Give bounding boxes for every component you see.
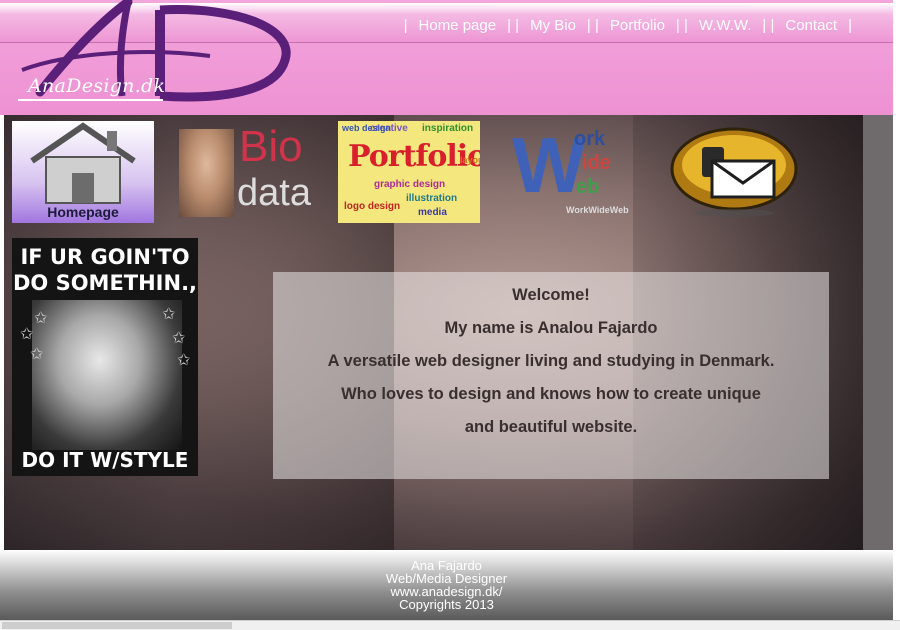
house-icon [30, 122, 136, 204]
www-word-ide: ide [582, 152, 611, 174]
nav-portfolio[interactable]: Portfolio [610, 17, 665, 34]
welcome-line: My name is Analou Fajardo [444, 319, 658, 337]
welcome-line: and beautiful website. [464, 418, 638, 436]
logo-underline [18, 99, 163, 101]
welcome-line: Who loves to design and knows how to cre… [341, 385, 761, 403]
portfolio-tag: illustration [406, 193, 458, 204]
nav-home-page[interactable]: Home page [419, 17, 497, 34]
star-icon: ✩ [30, 346, 44, 363]
footer-copyright: Copyrights 2013 [399, 597, 494, 612]
nav-separator: | | [675, 17, 688, 34]
poster-top-text: IF UR GOIN'TO DO SOMETHIN., [12, 244, 198, 296]
biodata-tile[interactable]: Bio data [179, 125, 319, 220]
star-icon: ✩ [20, 326, 34, 343]
nav-separator: | | [507, 17, 520, 34]
workwideweb-tile[interactable]: W ork ide eb WorkWideWeb [504, 125, 644, 220]
main-nav: | Home page | | My Bio | | Portfolio | |… [393, 17, 863, 34]
nav-separator: | | [586, 17, 599, 34]
contact-tile[interactable] [668, 125, 800, 217]
poster-top-line: DO SOMETHIN., [12, 271, 198, 295]
scrollbar-thumb[interactable] [2, 622, 232, 629]
mail-icon [670, 127, 798, 217]
www-word-ork: ork [574, 128, 606, 150]
welcome-heading: Welcome! [512, 286, 590, 304]
nav-separator: | [403, 17, 408, 34]
nav-www[interactable]: W.W.W. [699, 17, 752, 34]
site-header: | Home page | | My Bio | | Portfolio | |… [0, 0, 893, 115]
horizontal-scrollbar[interactable] [0, 620, 900, 630]
site-footer: Ana Fajardo Web/Media Designer www.anade… [0, 550, 893, 620]
welcome-line: A versatile web designer living and stud… [327, 352, 775, 370]
portfolio-tag: layout [460, 155, 480, 165]
portfolio-tag: graphic design [374, 179, 446, 190]
star-icon: ✩ [34, 310, 48, 327]
star-icon: ✩ [177, 352, 191, 369]
nav-contact[interactable]: Contact [785, 17, 837, 34]
main-banner: Homepage Bio data creative inspiration P… [4, 115, 893, 550]
background-wall [863, 115, 893, 550]
portfolio-tag: logo design [344, 201, 401, 212]
poster-photo [32, 300, 182, 450]
portfolio-tile[interactable]: creative inspiration Portfolio graphic d… [338, 121, 480, 223]
www-caption: WorkWideWeb [566, 205, 629, 215]
homepage-tile[interactable]: Homepage [12, 121, 154, 223]
poster-top-line: IF UR GOIN'TO [20, 245, 190, 269]
nav-separator: | [848, 17, 852, 34]
bio-photo [179, 129, 234, 217]
logo-site-name[interactable]: AnaDesign.dk [28, 75, 165, 97]
welcome-box: Welcome! My name is Analou Fajardo A ver… [273, 272, 829, 479]
nav-separator: | | [762, 17, 775, 34]
poster-bottom-text: DO IT W/STYLE [21, 448, 189, 472]
portfolio-tag: media [418, 207, 447, 218]
homepage-tile-label: Homepage [47, 204, 119, 220]
star-icon: ✩ [172, 330, 186, 347]
data-word: data [237, 172, 311, 214]
page-edge [893, 0, 900, 630]
bio-word: Bio [239, 122, 303, 171]
star-icon: ✩ [162, 306, 176, 323]
portfolio-tag: inspiration [422, 123, 474, 134]
motto-poster: ✩ ✩ ✩ ✩ ✩ ✩ IF UR GOIN'TO DO SOMETHIN., … [12, 238, 198, 476]
nav-my-bio[interactable]: My Bio [530, 17, 576, 34]
www-word-eb: eb [576, 176, 600, 198]
portfolio-tag: web design [342, 123, 392, 133]
